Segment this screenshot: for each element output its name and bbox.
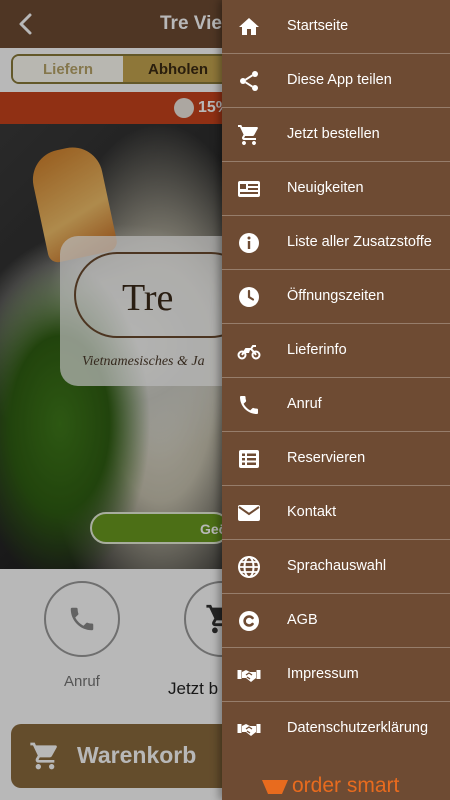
home-icon <box>236 15 262 39</box>
menu-item-label: Sprachauswahl <box>287 558 387 574</box>
menu-item-startseite[interactable]: Startseite <box>222 0 450 54</box>
drawer-footer: order smart <box>222 762 450 800</box>
menu-item-privacy[interactable]: Datenschutzerklärung <box>222 702 450 756</box>
menu-item-label: Jetzt bestellen <box>287 126 380 142</box>
menu-item-label: Impressum <box>287 666 359 682</box>
globe-icon <box>236 555 262 579</box>
menu-item-order[interactable]: Jetzt bestellen <box>222 108 450 162</box>
menu-item-label: Anruf <box>287 396 322 412</box>
phone-icon <box>236 393 262 417</box>
copyright-icon <box>236 609 262 633</box>
menu-item-label: Öffnungszeiten <box>287 288 385 304</box>
menu-item-label: Reservieren <box>287 450 366 466</box>
menu-item-language[interactable]: Sprachauswahl <box>222 540 450 594</box>
handshake-icon <box>236 663 262 687</box>
menu-item-opening-hours[interactable]: Öffnungszeiten <box>222 270 450 324</box>
menu-item-label: Kontakt <box>287 504 337 520</box>
share-icon <box>236 69 262 93</box>
mail-icon <box>236 501 262 525</box>
menu-item-delivery-info[interactable]: Lieferinfo <box>222 324 450 378</box>
menu-item-label: Datenschutzerklärung <box>287 720 429 736</box>
menu-item-news[interactable]: Neuigkeiten <box>222 162 450 216</box>
menu-item-reserve[interactable]: Reservieren <box>222 432 450 486</box>
menu-item-share[interactable]: Diese App teilen <box>222 54 450 108</box>
order-smart-logo-icon <box>262 780 288 794</box>
news-icon <box>236 177 262 201</box>
menu-item-additives[interactable]: Liste aller Zusatzstoffe <box>222 216 450 270</box>
motorcycle-icon <box>236 339 262 363</box>
menu-item-label: Startseite <box>287 18 349 34</box>
menu-item-contact[interactable]: Kontakt <box>222 486 450 540</box>
menu-item-call[interactable]: Anruf <box>222 378 450 432</box>
menu-item-label: Neuigkeiten <box>287 180 364 196</box>
menu-item-terms[interactable]: AGB <box>222 594 450 648</box>
menu-item-label: AGB <box>287 612 318 628</box>
navigation-drawer: Startseite Diese App teilen Jetzt bestel… <box>222 0 450 800</box>
info-icon <box>236 231 262 255</box>
cart-icon <box>236 123 262 147</box>
list-icon <box>236 447 262 471</box>
menu-item-imprint[interactable]: Impressum <box>222 648 450 702</box>
menu-item-label: Liste aller Zusatzstoffe <box>287 234 432 250</box>
menu-item-label: Diese App teilen <box>287 72 392 88</box>
order-smart-brand: order smart <box>292 774 400 797</box>
menu-item-label: Lieferinfo <box>287 342 347 358</box>
clock-icon <box>236 285 262 309</box>
handshake-icon <box>236 717 262 741</box>
